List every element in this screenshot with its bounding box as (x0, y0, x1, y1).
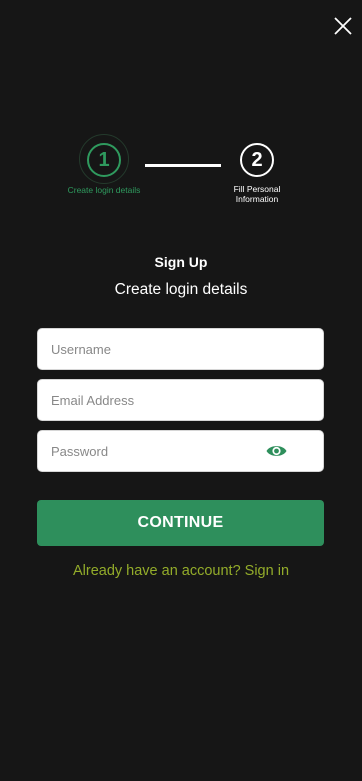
email-field (37, 379, 324, 421)
eye-icon (266, 446, 287, 456)
step-2-label-line-2: Information (235, 193, 279, 204)
close-icon (334, 17, 352, 35)
continue-button[interactable]: CONTINUE (37, 500, 324, 546)
step-connector (145, 164, 221, 167)
step-1-number: 1 (87, 143, 121, 177)
page-subtitle: Create login details (114, 281, 248, 298)
password-field (37, 430, 324, 472)
close-button[interactable] (333, 16, 353, 36)
username-field (37, 328, 324, 370)
show-password-toggle[interactable] (266, 443, 287, 459)
page-title: Sign Up (154, 254, 208, 270)
step-2-number: 2 (240, 143, 274, 177)
username-input[interactable] (38, 329, 323, 369)
signup-screen: 1 Create login details 2 Fill Personal I… (0, 0, 362, 781)
step-2-label: Fill Personal Information (217, 184, 297, 204)
step-1-label: Create login details (67, 185, 141, 195)
email-input[interactable] (38, 380, 323, 420)
sign-in-link[interactable]: Already have an account? Sign in (0, 563, 362, 579)
progress-stepper: 1 Create login details 2 Fill Personal I… (0, 134, 362, 214)
